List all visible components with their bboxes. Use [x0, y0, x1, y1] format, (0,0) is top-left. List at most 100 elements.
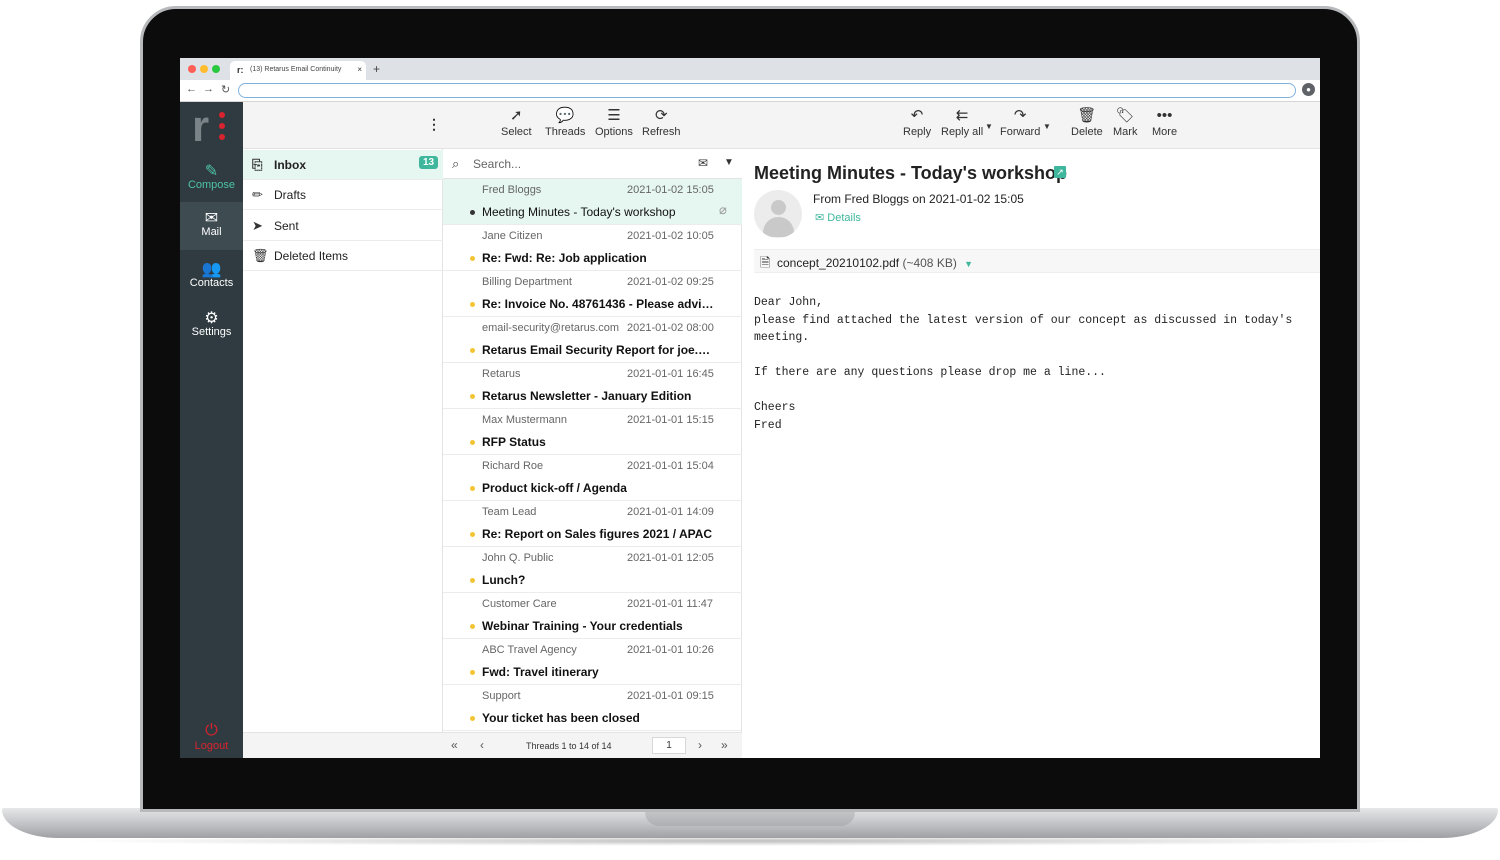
inbox-icon: ⎘ — [252, 157, 263, 172]
reply-button[interactable]: ↶ Reply — [903, 106, 931, 138]
envelope-filter-icon[interactable]: ✉ — [698, 156, 708, 170]
forward-icon: ↷ — [1013, 107, 1027, 124]
avatar — [754, 190, 802, 238]
select-button[interactable]: ➚ Select — [501, 106, 532, 138]
timestamp: 2021-01-01 15:04 — [627, 460, 714, 472]
refresh-button[interactable]: ⟳ Refresh — [642, 106, 681, 138]
mark-button[interactable]: 🏷 Mark — [1113, 106, 1137, 138]
window-minimize-dot[interactable] — [200, 65, 208, 73]
contacts-icon: 👥 — [201, 261, 222, 278]
pdf-file-icon: 🗎 — [760, 255, 771, 270]
forward-caret-icon[interactable]: ▼ — [1043, 122, 1051, 131]
paperclip-icon: ⌀ — [719, 202, 727, 217]
browser-tab[interactable]: r: (13) Retarus Email Continuity × — [230, 61, 366, 80]
gear-icon: ⚙ — [204, 310, 219, 327]
window-close-dot[interactable] — [188, 65, 196, 73]
settings-button[interactable]: ⚙ Settings — [180, 302, 243, 350]
list-item[interactable]: Retarus 2021-01-01 16:45 Retarus Newslette… — [443, 363, 742, 409]
subject: Meeting Minutes - Today's workshop — [482, 205, 676, 219]
attachment-link[interactable]: concept_20210102.pdf (~408 KB) ▼ — [777, 256, 973, 270]
unread-dot-icon — [470, 256, 475, 261]
laptop-screen: r: (13) Retarus Email Continuity × + ← →… — [180, 58, 1320, 758]
pagination: « ‹ Threads 1 to 14 of 14 1 › » — [443, 732, 742, 758]
page-number-input[interactable]: 1 — [652, 737, 686, 754]
window-zoom-dot[interactable] — [212, 65, 220, 73]
contacts-button[interactable]: 👥 Contacts — [180, 253, 243, 301]
next-page-icon[interactable]: › — [698, 738, 702, 752]
details-link[interactable]: ✉ Details — [815, 211, 861, 224]
reply-all-icon: ⇇ — [955, 107, 969, 124]
sliders-icon: ☰ — [607, 107, 621, 124]
sender: Retarus — [482, 368, 521, 380]
unread-dot-icon — [470, 302, 475, 307]
url-input[interactable] — [238, 83, 1296, 98]
cursor-icon: ➚ — [510, 107, 523, 124]
open-external-icon[interactable]: ↗ — [1054, 166, 1066, 178]
contacts-label: Contacts — [189, 277, 234, 289]
search-input[interactable]: Search... — [473, 157, 521, 171]
reply-all-button[interactable]: ⇇ Reply all — [941, 106, 983, 138]
delete-button[interactable]: 🗑 Delete — [1071, 106, 1103, 138]
unread-dot-icon — [470, 532, 475, 537]
options-label: Options — [595, 126, 633, 138]
list-item[interactable]: Fred Bloggs 2021-01-02 15:05 Meeting Minut… — [443, 179, 742, 225]
mail-button[interactable]: ✉ Mail — [180, 202, 243, 250]
list-item[interactable]: Billing Department 2021-01-02 09:25 Re: In… — [443, 271, 742, 317]
timestamp: 2021-01-01 14:09 — [627, 506, 714, 518]
prev-page-icon[interactable]: ‹ — [480, 738, 484, 752]
folder-pane: ⋮ ⎘ Inbox 13 ✏ Drafts ➤ Sent 🗑 Deleted I… — [243, 102, 443, 758]
folder-sent[interactable]: ➤ Sent — [243, 211, 443, 241]
chevron-down-icon[interactable]: ▼ — [724, 157, 734, 168]
timestamp: 2021-01-02 10:05 — [627, 230, 714, 242]
unread-dot-icon — [470, 210, 475, 215]
more-button[interactable]: ••• More — [1152, 106, 1177, 138]
new-tab-button[interactable]: + — [373, 62, 380, 76]
trash-icon: 🗑 — [1077, 107, 1097, 124]
tab-close-icon[interactable]: × — [357, 65, 362, 74]
more-vertical-icon[interactable]: ⋮ — [427, 116, 441, 133]
nav-rail: r ✎ Compose ✉ Mail 👥 Contacts ⚙ Settings — [180, 102, 243, 758]
folder-pane-header: ⋮ — [243, 102, 443, 149]
list-item[interactable]: Support 2021-01-01 09:15 Your ticket has b… — [443, 685, 742, 731]
reply-all-caret-icon[interactable]: ▼ — [985, 122, 993, 131]
list-item[interactable]: ABC Travel Agency 2021-01-01 10:26 Fwd: Tr… — [443, 639, 742, 685]
more-label: More — [1152, 126, 1178, 138]
last-page-icon[interactable]: » — [721, 738, 728, 752]
folder-drafts[interactable]: ✏ Drafts — [243, 180, 443, 210]
list-item[interactable]: Jane Citizen 2021-01-02 10:05 Re: Fwd: Re:… — [443, 225, 742, 271]
reader-toolbar: ↶ Reply ⇇ Reply all ▼ ↷ Forward ▼ 🗑 Dele… — [742, 102, 1320, 149]
forward-icon[interactable]: → — [203, 83, 214, 95]
logout-button[interactable]: ⏻ Logout — [180, 716, 243, 758]
address-bar: ← → ↻ ● — [180, 80, 1320, 102]
power-icon: ⏻ — [205, 722, 218, 739]
subject: Fwd: Travel itinerary — [482, 665, 599, 679]
attachment-caret-icon[interactable]: ▼ — [964, 259, 973, 269]
subject: Webinar Training - Your credentials — [482, 619, 683, 633]
timestamp: 2021-01-02 09:25 — [627, 276, 714, 288]
forward-button[interactable]: ↷ Forward — [1000, 106, 1040, 138]
list-item[interactable]: Team Lead 2021-01-01 14:09 Re: Report on S… — [443, 501, 742, 547]
list-item[interactable]: John Q. Public 2021-01-01 12:05 Lunch? — [443, 547, 742, 593]
sender: John Q. Public — [482, 552, 554, 564]
email-from-line: From Fred Bloggs on 2021-01-02 15:05 — [813, 192, 1024, 206]
refresh-icon: ⟳ — [654, 107, 668, 124]
trash-icon: 🗑 — [252, 248, 269, 263]
folder-inbox[interactable]: ⎘ Inbox 13 — [243, 150, 443, 180]
profile-icon[interactable]: ● — [1302, 83, 1315, 96]
mail-app: r ✎ Compose ✉ Mail 👥 Contacts ⚙ Settings — [180, 102, 1320, 758]
first-page-icon[interactable]: « — [451, 738, 458, 752]
list-item[interactable]: email-security@retarus.com 2021-01-02 08:… — [443, 317, 742, 363]
threads-button[interactable]: 💬 Threads — [545, 106, 585, 138]
list-item[interactable]: Customer Care 2021-01-01 11:47 Webinar Tra… — [443, 593, 742, 639]
subject: Re: Fwd: Re: Job application — [482, 251, 647, 265]
list-item[interactable]: Richard Roe 2021-01-01 15:04 Product kick-… — [443, 455, 742, 501]
list-item[interactable]: Max Mustermann 2021-01-01 15:15 RFP Status — [443, 409, 742, 455]
folder-deleted-items[interactable]: 🗑 Deleted Items — [243, 241, 443, 271]
options-button[interactable]: ☰ Options — [595, 106, 633, 138]
search-bar[interactable]: ⌕ Search... ✉ ▼ — [443, 149, 742, 179]
back-icon[interactable]: ← — [186, 83, 197, 95]
compose-button[interactable]: ✎ Compose — [180, 155, 243, 203]
sender: Team Lead — [482, 506, 537, 518]
mail-icon: ✉ — [204, 210, 219, 227]
reload-icon[interactable]: ↻ — [221, 83, 230, 96]
